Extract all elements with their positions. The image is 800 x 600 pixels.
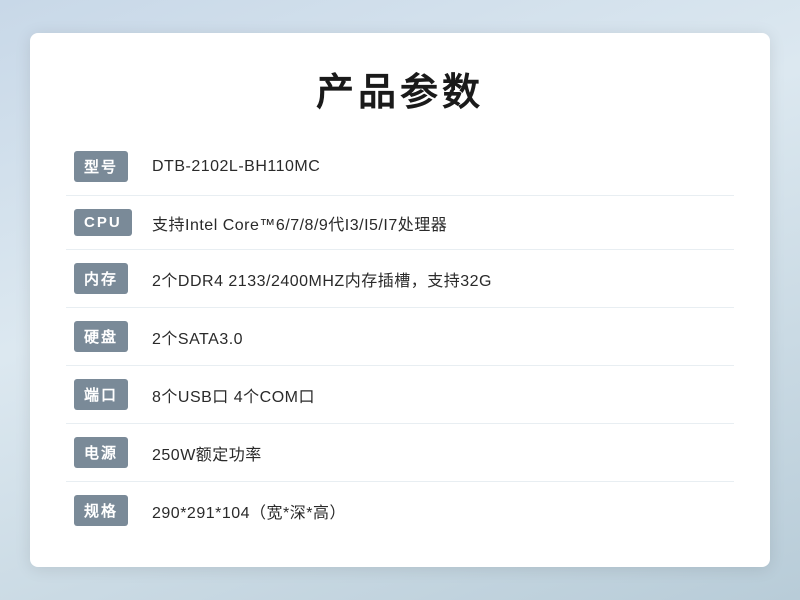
value-cell: 支持Intel Core™6/7/8/9代I3/I5/I7处理器: [144, 196, 734, 250]
table-row: 硬盘 2个SATA3.0: [66, 308, 734, 366]
label-badge: 内存: [74, 263, 128, 294]
value-cell: 2个SATA3.0: [144, 308, 734, 366]
value-cell: 290*291*104（宽*深*高）: [144, 482, 734, 540]
product-spec-card: 产品参数 型号 DTB-2102L-BH110MC CPU 支持Intel Co…: [30, 33, 770, 567]
label-cell: 硬盘: [66, 308, 144, 366]
label-cell: 内存: [66, 250, 144, 308]
label-badge: 电源: [74, 437, 128, 468]
value-cell: 250W额定功率: [144, 424, 734, 482]
value-cell: 2个DDR4 2133/2400MHZ内存插槽，支持32G: [144, 250, 734, 308]
table-row: 型号 DTB-2102L-BH110MC: [66, 138, 734, 196]
table-row: CPU 支持Intel Core™6/7/8/9代I3/I5/I7处理器: [66, 196, 734, 250]
page-title: 产品参数: [66, 61, 734, 116]
label-badge: 硬盘: [74, 321, 128, 352]
spec-table: 型号 DTB-2102L-BH110MC CPU 支持Intel Core™6/…: [66, 138, 734, 539]
label-cell: CPU: [66, 196, 144, 250]
value-cell: 8个USB口 4个COM口: [144, 366, 734, 424]
label-badge: 规格: [74, 495, 128, 526]
label-badge: 端口: [74, 379, 128, 410]
table-row: 端口 8个USB口 4个COM口: [66, 366, 734, 424]
label-badge: CPU: [74, 209, 132, 236]
table-row: 内存 2个DDR4 2133/2400MHZ内存插槽，支持32G: [66, 250, 734, 308]
table-row: 电源 250W额定功率: [66, 424, 734, 482]
value-cell: DTB-2102L-BH110MC: [144, 138, 734, 196]
label-badge: 型号: [74, 151, 128, 182]
label-cell: 端口: [66, 366, 144, 424]
label-cell: 电源: [66, 424, 144, 482]
table-row: 规格 290*291*104（宽*深*高）: [66, 482, 734, 540]
label-cell: 规格: [66, 482, 144, 540]
label-cell: 型号: [66, 138, 144, 196]
